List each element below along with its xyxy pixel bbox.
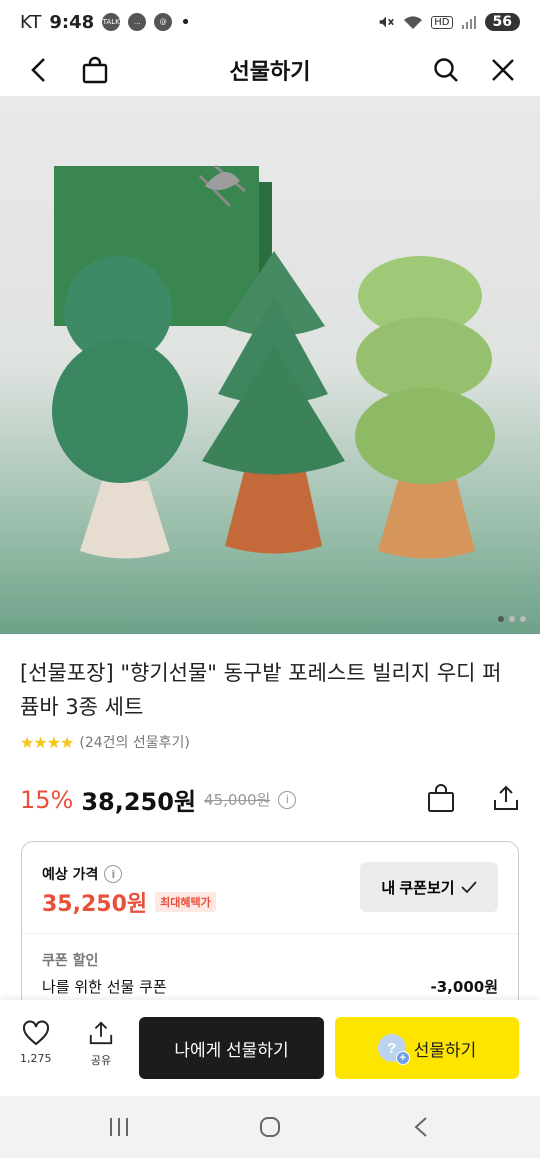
info-icon[interactable]: i xyxy=(104,865,123,883)
image-page-indicator xyxy=(498,616,526,622)
sale-price: 38,250원 xyxy=(81,788,197,816)
shopping-bag-icon xyxy=(82,56,108,84)
system-back-button[interactable] xyxy=(402,1110,440,1144)
recent-apps-icon xyxy=(110,1118,128,1136)
back-button[interactable] xyxy=(22,52,56,88)
close-icon xyxy=(492,59,514,81)
wifi-icon xyxy=(404,16,423,29)
page-dot-active xyxy=(498,616,504,622)
home-button[interactable] xyxy=(250,1110,290,1144)
product-image[interactable] xyxy=(0,96,540,634)
like-count: 1,275 xyxy=(20,1052,52,1065)
add-friend-icon: ? + xyxy=(377,1034,410,1065)
send-gift-button[interactable]: ? + 선물하기 xyxy=(335,1017,519,1079)
max-benefit-badge: 최대혜택가 xyxy=(155,892,216,912)
my-coupons-button[interactable]: 내 쿠폰보기 xyxy=(360,862,498,912)
right-tree-bar-image xyxy=(355,256,495,559)
rating-row[interactable]: ★★★★ (24건의 선물후기) xyxy=(20,732,190,752)
gift-to-myself-button[interactable]: 나에게 선물하기 xyxy=(139,1017,324,1079)
chevron-left-icon xyxy=(31,58,45,82)
discount-rate: 15% xyxy=(20,785,74,814)
search-button[interactable] xyxy=(428,52,464,88)
more-notifications-icon: • xyxy=(180,11,191,33)
send-gift-label: 선물하기 xyxy=(413,1040,477,1060)
close-button[interactable] xyxy=(485,52,521,88)
my-coupons-label: 내 쿠폰보기 xyxy=(381,879,455,897)
check-icon xyxy=(460,881,477,894)
system-navigation-bar xyxy=(0,1096,540,1158)
gift-to-myself-label: 나에게 선물하기 xyxy=(174,1040,289,1060)
search-icon xyxy=(434,58,458,82)
coupon-discount-section-title: 쿠폰 할인 xyxy=(42,953,99,969)
heart-icon xyxy=(22,1020,49,1046)
home-icon xyxy=(260,1117,280,1137)
top-bar: 선물하기 xyxy=(0,44,540,96)
signal-icon xyxy=(461,16,476,29)
coupon-row: 나를 위한 선물 쿠폰 -3,000원 xyxy=(42,976,498,997)
share-label: 공유 xyxy=(90,1054,112,1067)
info-icon[interactable]: i xyxy=(278,790,297,809)
plus-icon: + xyxy=(395,1051,410,1065)
page-dot xyxy=(509,616,515,622)
recent-apps-button[interactable] xyxy=(100,1110,138,1144)
kakaotalk-notification-icon: TALK xyxy=(102,13,121,31)
mute-icon xyxy=(379,16,395,28)
carrier: KT xyxy=(20,11,42,33)
star-rating: ★★★★ xyxy=(20,732,74,752)
like-button[interactable]: 1,275 xyxy=(20,1020,52,1065)
estimated-price: 35,250원 xyxy=(42,892,148,917)
gift-home-button[interactable] xyxy=(76,52,114,88)
estimated-price-label-text: 예상 가격 xyxy=(42,867,99,883)
divider xyxy=(22,933,518,934)
coupon-name: 나를 위한 선물 쿠폰 xyxy=(42,978,167,996)
share-icon xyxy=(494,785,518,810)
message-notification-icon: … xyxy=(128,13,147,31)
share-icon xyxy=(89,1021,113,1045)
estimated-price-label: 예상 가격 i xyxy=(42,864,123,884)
page-dot xyxy=(520,616,526,622)
shopping-bag-icon xyxy=(428,783,454,812)
chevron-left-icon xyxy=(414,1117,427,1137)
product-illustration xyxy=(52,164,495,559)
original-price: 45,000원 xyxy=(204,791,271,809)
estimated-price-row: 35,250원 최대혜택가 xyxy=(42,886,216,918)
gift-box-button[interactable] xyxy=(426,783,456,817)
product-name: [선물포장] "향기선물" 동구밭 포레스트 빌리지 우디 퍼퓸바 3종 세트 xyxy=(20,661,502,719)
coupon-amount: -3,000원 xyxy=(430,978,498,996)
hd-icon: HD xyxy=(431,15,453,29)
review-count: (24건의 선물후기) xyxy=(79,735,190,751)
left-tree-bar-image xyxy=(52,256,188,559)
bottom-action-bar: 1,275 공유 나에게 선물하기 ? + 선물하기 xyxy=(0,1000,540,1096)
app-notification-icon: @ xyxy=(154,13,173,31)
share-button[interactable] xyxy=(492,784,520,816)
clock: 9:48 xyxy=(49,11,95,33)
battery-indicator: 56 xyxy=(484,13,520,31)
price-row: 15% 38,250원 45,000원 i xyxy=(20,782,520,817)
status-bar: KT 9:48 TALK … @ • HD 56 xyxy=(0,0,540,44)
share-bottom-button[interactable]: 공유 xyxy=(88,1020,114,1068)
